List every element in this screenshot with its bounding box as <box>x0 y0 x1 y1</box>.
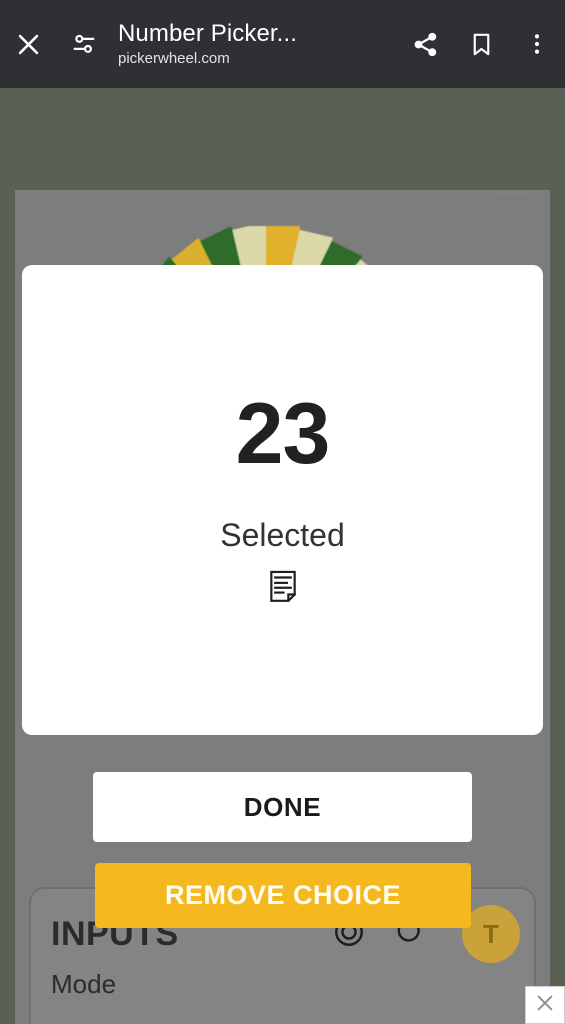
page-url: pickerwheel.com <box>118 50 230 67</box>
page-title-block[interactable]: Number Picker... pickerwheel.com <box>112 20 397 68</box>
result-caption: Selected <box>220 517 345 553</box>
close-tab-button[interactable] <box>0 16 56 72</box>
close-icon <box>15 31 42 58</box>
ad-close-button[interactable] <box>525 986 565 1024</box>
browser-toolbar: Number Picker... pickerwheel.com <box>0 0 565 88</box>
overflow-menu-button[interactable] <box>509 16 565 72</box>
note-document-icon[interactable] <box>268 570 298 609</box>
page-info-button[interactable] <box>56 16 112 72</box>
bookmark-icon <box>468 31 495 58</box>
share-icon <box>411 30 440 59</box>
bookmark-button[interactable] <box>453 16 509 72</box>
close-icon <box>534 992 556 1019</box>
result-dialog: 23 Selected <box>22 265 543 735</box>
done-button[interactable]: DONE <box>93 772 472 842</box>
result-number: 23 <box>235 386 331 482</box>
app-screen: 17181920212223242526272829 INPUTS <box>0 0 565 1024</box>
page-title: Number Picker... <box>118 20 297 47</box>
page-top-pill <box>493 190 533 196</box>
tune-icon <box>70 30 98 58</box>
mode-label: Mode <box>51 969 117 999</box>
share-button[interactable] <box>397 16 453 72</box>
remove-choice-button[interactable]: REMOVE CHOICE <box>95 863 471 928</box>
more-vertical-icon <box>525 31 549 57</box>
